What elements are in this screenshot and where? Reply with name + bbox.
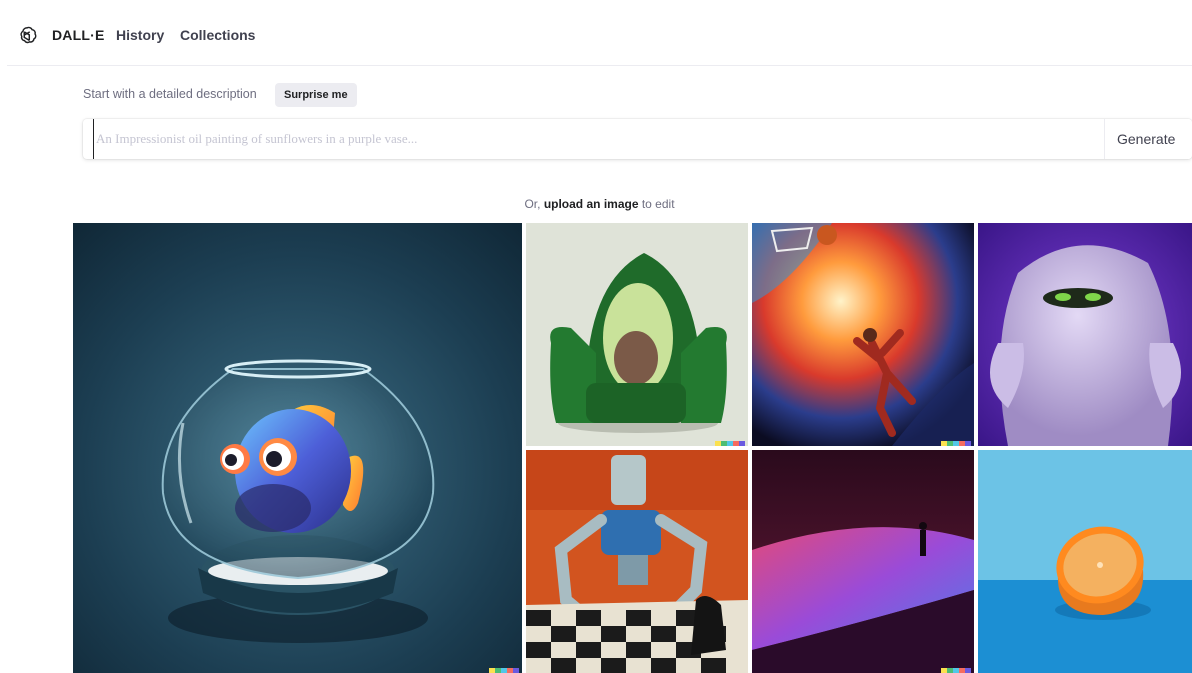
upload-image-link[interactable]: upload an image — [544, 197, 639, 211]
example-gallery — [73, 223, 1192, 673]
upload-suffix: to edit — [638, 197, 675, 211]
upload-prefix: Or, — [524, 197, 544, 211]
prompt-input[interactable] — [93, 119, 1093, 159]
generate-button[interactable]: Generate — [1104, 119, 1192, 159]
app-window: DALL·E History Collections Start with a … — [7, 5, 1192, 673]
purple-monster-image[interactable] — [978, 223, 1192, 446]
nav-history-link[interactable]: History — [116, 27, 164, 43]
fish-in-bowl-image[interactable] — [73, 223, 522, 673]
prompt-label: Start with a detailed description — [83, 87, 257, 101]
top-nav: DALL·E History Collections — [7, 5, 1192, 66]
openai-logo-icon[interactable] — [16, 25, 38, 47]
dalle-signature-badge — [941, 441, 971, 446]
dalle-signature-badge — [715, 441, 745, 446]
robot-chess-image[interactable] — [526, 450, 748, 673]
brand-name[interactable]: DALL·E — [52, 27, 105, 43]
surprise-me-button[interactable]: Surprise me — [275, 83, 357, 107]
space-basketball-image[interactable] — [752, 223, 974, 446]
avocado-armchair-image[interactable] — [526, 223, 748, 446]
dalle-signature-badge — [941, 668, 971, 673]
upload-hint: Or, upload an image to edit — [7, 197, 1192, 211]
desert-silhouette-image[interactable] — [752, 450, 974, 673]
nav-collections-link[interactable]: Collections — [180, 27, 255, 43]
prompt-box: Generate — [83, 119, 1192, 159]
dalle-signature-badge — [489, 668, 519, 673]
orange-half-image[interactable] — [978, 450, 1192, 673]
